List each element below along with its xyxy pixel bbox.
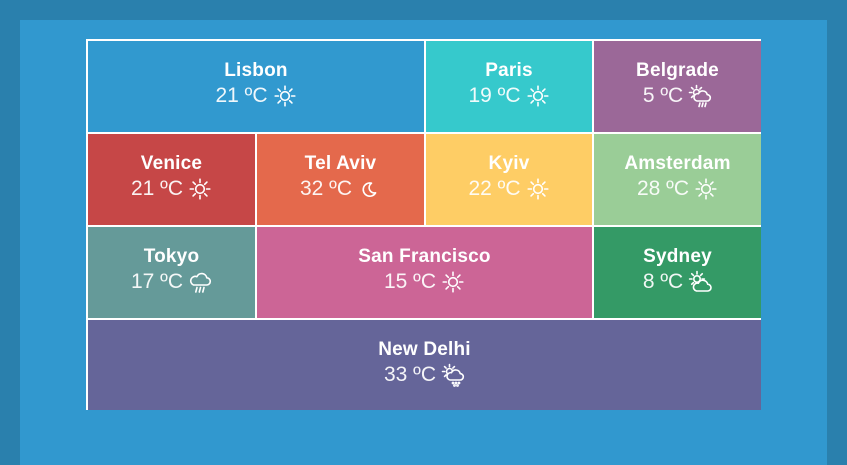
temperature: 22 ºC <box>468 177 521 200</box>
tile-san-francisco[interactable]: San Francisco 15 ºC <box>257 227 592 318</box>
temp-row: 32 ºC <box>300 176 381 202</box>
city-name: Tokyo <box>143 246 200 267</box>
tile-venice[interactable]: Venice 21 ºC <box>88 134 255 225</box>
city-name: Tel Aviv <box>304 153 377 174</box>
temp-row: 33 ºC <box>384 362 465 388</box>
tile-paris[interactable]: Paris 19 ºC <box>426 41 592 132</box>
temperature: 15 ºC <box>383 270 437 293</box>
sun-icon <box>188 177 212 201</box>
weather-grid: Lisbon 21 ºC Paris 19 ºC Belgrade 5 ºC V… <box>86 39 761 410</box>
temp-row: 21 ºC <box>131 176 212 202</box>
temperature: 17 ºC <box>130 270 184 293</box>
tile-belgrade[interactable]: Belgrade 5 ºC <box>594 41 761 132</box>
city-name: Amsterdam <box>624 153 731 174</box>
tile-tel-aviv[interactable]: Tel Aviv 32 ºC <box>257 134 424 225</box>
temperature: 28 ºC <box>636 177 690 200</box>
moon-icon <box>357 177 381 201</box>
temp-row: 21 ºC <box>215 83 296 109</box>
temp-row: 28 ºC <box>637 176 718 202</box>
temp-row: 22 ºC <box>468 176 549 202</box>
city-name: Belgrade <box>636 60 719 81</box>
tile-tokyo[interactable]: Tokyo 17 ºC <box>88 227 255 318</box>
temp-row: 17 ºC <box>131 269 212 295</box>
sun-icon <box>526 84 550 108</box>
rain-cloud-icon <box>188 270 212 294</box>
tile-amsterdam[interactable]: Amsterdam 28 ºC <box>594 134 761 225</box>
temp-row: 19 ºC <box>468 83 549 109</box>
temp-row: 5 ºC <box>643 83 712 109</box>
sun-drizzle-cloud-icon <box>441 363 465 387</box>
city-name: Venice <box>140 153 203 174</box>
temp-row: 8 ºC <box>643 269 712 295</box>
temperature: 21 ºC <box>215 84 268 107</box>
city-name: Sydney <box>643 246 712 267</box>
sun-icon <box>441 270 465 294</box>
temperature: 21 ºC <box>130 177 184 200</box>
partly-cloudy-icon <box>688 270 712 294</box>
temperature: 5 ºC <box>642 84 684 107</box>
city-name: San Francisco <box>358 246 491 267</box>
temperature: 8 ºC <box>642 270 684 293</box>
city-name: Paris <box>485 60 533 81</box>
temp-row: 15 ºC <box>384 269 465 295</box>
sun-icon <box>526 177 550 201</box>
sun-icon <box>694 177 718 201</box>
city-name: Kyiv <box>488 153 530 174</box>
sun-rain-cloud-icon <box>688 84 712 108</box>
city-name: New Delhi <box>378 338 471 360</box>
tile-sydney[interactable]: Sydney 8 ºC <box>594 227 761 318</box>
temperature: 19 ºC <box>468 84 521 107</box>
temperature: 32 ºC <box>299 177 353 200</box>
tile-new-delhi[interactable]: New Delhi 33 ºC <box>88 320 761 410</box>
temperature: 33 ºC <box>383 362 437 386</box>
tile-lisbon[interactable]: Lisbon 21 ºC <box>88 41 424 132</box>
city-name: Lisbon <box>224 60 288 81</box>
tile-kyiv[interactable]: Kyiv 22 ºC <box>426 134 592 225</box>
sun-icon <box>273 84 297 108</box>
